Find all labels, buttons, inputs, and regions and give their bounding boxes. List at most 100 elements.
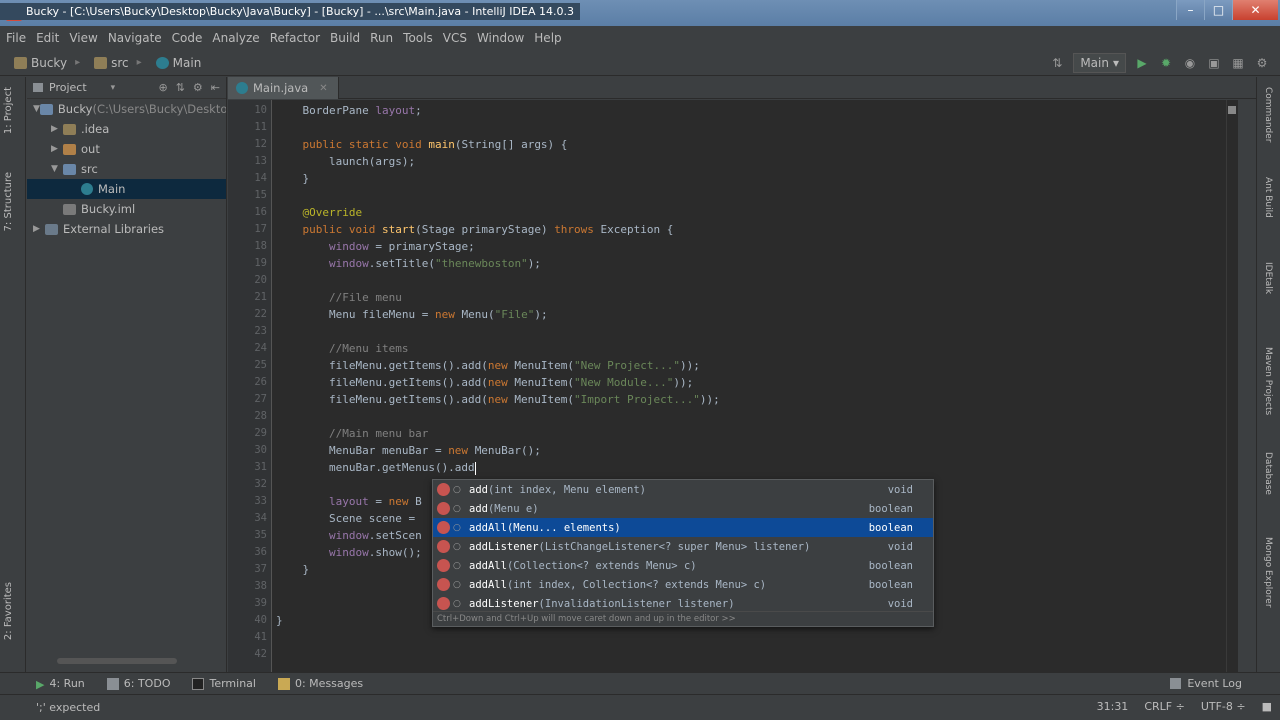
tab-mongo-explorer[interactable]: Mongo Explorer [1263, 537, 1273, 608]
code-line[interactable]: window = primaryStage; [276, 238, 475, 255]
menu-code[interactable]: Code [172, 31, 203, 45]
menu-file[interactable]: File [6, 31, 26, 45]
code-line[interactable]: window.setScen [276, 527, 422, 544]
menu-refactor[interactable]: Refactor [270, 31, 320, 45]
tree-item[interactable]: Main [27, 179, 226, 199]
menu-analyze[interactable]: Analyze [212, 31, 259, 45]
hide-icon[interactable]: ⇤ [211, 81, 220, 94]
menu-build[interactable]: Build [330, 31, 360, 45]
tool-window-term[interactable]: Terminal [192, 677, 256, 690]
tool-window-msg[interactable]: 0: Messages [277, 677, 363, 690]
breadcrumb-main[interactable]: Main [155, 56, 201, 70]
menu-help[interactable]: Help [534, 31, 561, 45]
completion-item[interactable]: ○ addListener(ListChangeListener<? super … [433, 537, 933, 556]
code-line[interactable]: window.setTitle("thenewboston"); [276, 255, 541, 272]
menu-edit[interactable]: Edit [36, 31, 59, 45]
code-line[interactable]: public void start(Stage primaryStage) th… [276, 221, 674, 238]
code-line[interactable]: //File menu [276, 289, 402, 306]
run-config-select[interactable]: Main ▾ [1073, 53, 1126, 73]
code-line[interactable]: @Override [276, 204, 363, 221]
access-icon: ○ [453, 598, 461, 609]
debug-icon[interactable]: ✹ [1158, 55, 1174, 71]
project-view-selector[interactable]: Project [49, 81, 87, 94]
chevron-down-icon[interactable]: ▼ [33, 104, 40, 114]
inspection-status-icon[interactable] [1228, 106, 1236, 114]
close-button[interactable]: ✕ [1232, 0, 1278, 20]
tab-idetalk[interactable]: IDEtalk [1263, 262, 1273, 294]
menu-view[interactable]: View [69, 31, 97, 45]
code-line[interactable]: layout = new B [276, 493, 422, 510]
event-log-button[interactable]: Event Log [1170, 677, 1242, 690]
code-line[interactable]: //Main menu bar [276, 425, 428, 442]
chevron-right-icon[interactable]: ▶ [51, 124, 63, 134]
menu-tools[interactable]: Tools [403, 31, 433, 45]
tab-project[interactable]: 1: Project [3, 87, 14, 134]
code-line[interactable]: } [276, 561, 309, 578]
code-line[interactable]: fileMenu.getItems().add(new MenuItem("Ne… [276, 357, 700, 374]
completion-item[interactable]: ○ addAll(int index, Collection<? extends … [433, 575, 933, 594]
code-line[interactable]: public static void main(String[] args) { [276, 136, 568, 153]
project-panel-header: Project ▾ ⊕ ⇅ ⚙ ⇤ [27, 77, 226, 99]
code-line[interactable]: launch(args); [276, 153, 415, 170]
menu-run[interactable]: Run [370, 31, 393, 45]
code-token: .setScen [368, 529, 422, 542]
code-line[interactable]: fileMenu.getItems().add(new MenuItem("Im… [276, 391, 720, 408]
lock-icon[interactable]: ■ [1262, 700, 1272, 713]
tool-window-run[interactable]: ▶ 4: Run [36, 677, 85, 691]
maximize-button[interactable]: □ [1204, 0, 1232, 20]
line-separator[interactable]: CRLF ÷ [1144, 700, 1185, 713]
tree-item[interactable]: ▼ Bucky (C:\Users\Bucky\Deskto [27, 99, 226, 119]
completion-item[interactable]: ○ addAll(Collection<? extends Menu> c) boo… [433, 556, 933, 575]
completion-item[interactable]: ○ add(int index, Menu element) void [433, 480, 933, 499]
tree-item[interactable]: ▼ src [27, 159, 226, 179]
code-line[interactable]: //Menu items [276, 340, 408, 357]
chevron-down-icon[interactable]: ▾ [111, 83, 116, 93]
code-line[interactable]: Scene scene = [276, 510, 422, 527]
code-line[interactable]: menuBar.getMenus().add [276, 459, 476, 476]
file-encoding[interactable]: UTF-8 ÷ [1201, 700, 1246, 713]
code-line[interactable]: fileMenu.getItems().add(new MenuItem("Ne… [276, 374, 693, 391]
build-icon[interactable]: ⇅ [1049, 55, 1065, 71]
tab-favorites[interactable]: 2: Favorites [3, 582, 14, 640]
chevron-down-icon[interactable]: ▼ [51, 164, 63, 174]
tree-item[interactable]: ▶ External Libraries [27, 219, 226, 239]
vcs-icon[interactable]: ▦ [1230, 55, 1246, 71]
tree-item[interactable]: ▶ .idea [27, 119, 226, 139]
settings-icon[interactable]: ⚙ [1254, 55, 1270, 71]
menu-navigate[interactable]: Navigate [108, 31, 162, 45]
minimize-button[interactable]: – [1176, 0, 1204, 20]
gear-icon[interactable]: ⚙ [193, 81, 203, 94]
tab-structure[interactable]: 7: Structure [3, 172, 14, 231]
code-line[interactable]: Menu fileMenu = new Menu("File"); [276, 306, 548, 323]
chevron-right-icon[interactable]: ▶ [51, 144, 63, 154]
breadcrumb-project[interactable]: Bucky ▸ [14, 56, 80, 70]
tab-ant-build[interactable]: Ant Build [1263, 177, 1273, 218]
tab-main-java[interactable]: Main.java ✕ [228, 77, 339, 99]
run-icon[interactable]: ▶ [1134, 55, 1150, 71]
tab-database[interactable]: Database [1263, 452, 1273, 495]
coverage-icon[interactable]: ◉ [1182, 55, 1198, 71]
tree-item[interactable]: ▶ out [27, 139, 226, 159]
code-line[interactable]: window.show(); [276, 544, 422, 561]
tool-window-todo[interactable]: 6: TODO [106, 677, 170, 690]
chevron-right-icon[interactable]: ▶ [33, 224, 45, 234]
stop-icon[interactable]: ▣ [1206, 55, 1222, 71]
completion-item[interactable]: ○ addAll(Menu... elements) boolean [433, 518, 933, 537]
code-token: new [388, 495, 416, 508]
tab-maven-projects[interactable]: Maven Projects [1263, 347, 1273, 415]
horizontal-scrollbar[interactable] [57, 658, 177, 664]
code-line[interactable]: MenuBar menuBar = new MenuBar(); [276, 442, 541, 459]
close-tab-icon[interactable]: ✕ [319, 83, 327, 94]
code-line[interactable]: } [276, 170, 309, 187]
caret-position[interactable]: 31:31 [1097, 700, 1129, 713]
code-line[interactable]: } [276, 612, 283, 629]
sync-icon[interactable]: ⊕ [158, 81, 167, 94]
collapse-icon[interactable]: ⇅ [176, 81, 185, 94]
menu-vcs[interactable]: VCS [443, 31, 467, 45]
completion-item[interactable]: ○ add(Menu e) boolean [433, 499, 933, 518]
tab-commander[interactable]: Commander [1263, 87, 1273, 143]
code-line[interactable]: BorderPane layout; [276, 102, 421, 119]
menu-window[interactable]: Window [477, 31, 524, 45]
tree-item[interactable]: Bucky.iml [27, 199, 226, 219]
breadcrumb-src[interactable]: src ▸ [94, 56, 142, 70]
